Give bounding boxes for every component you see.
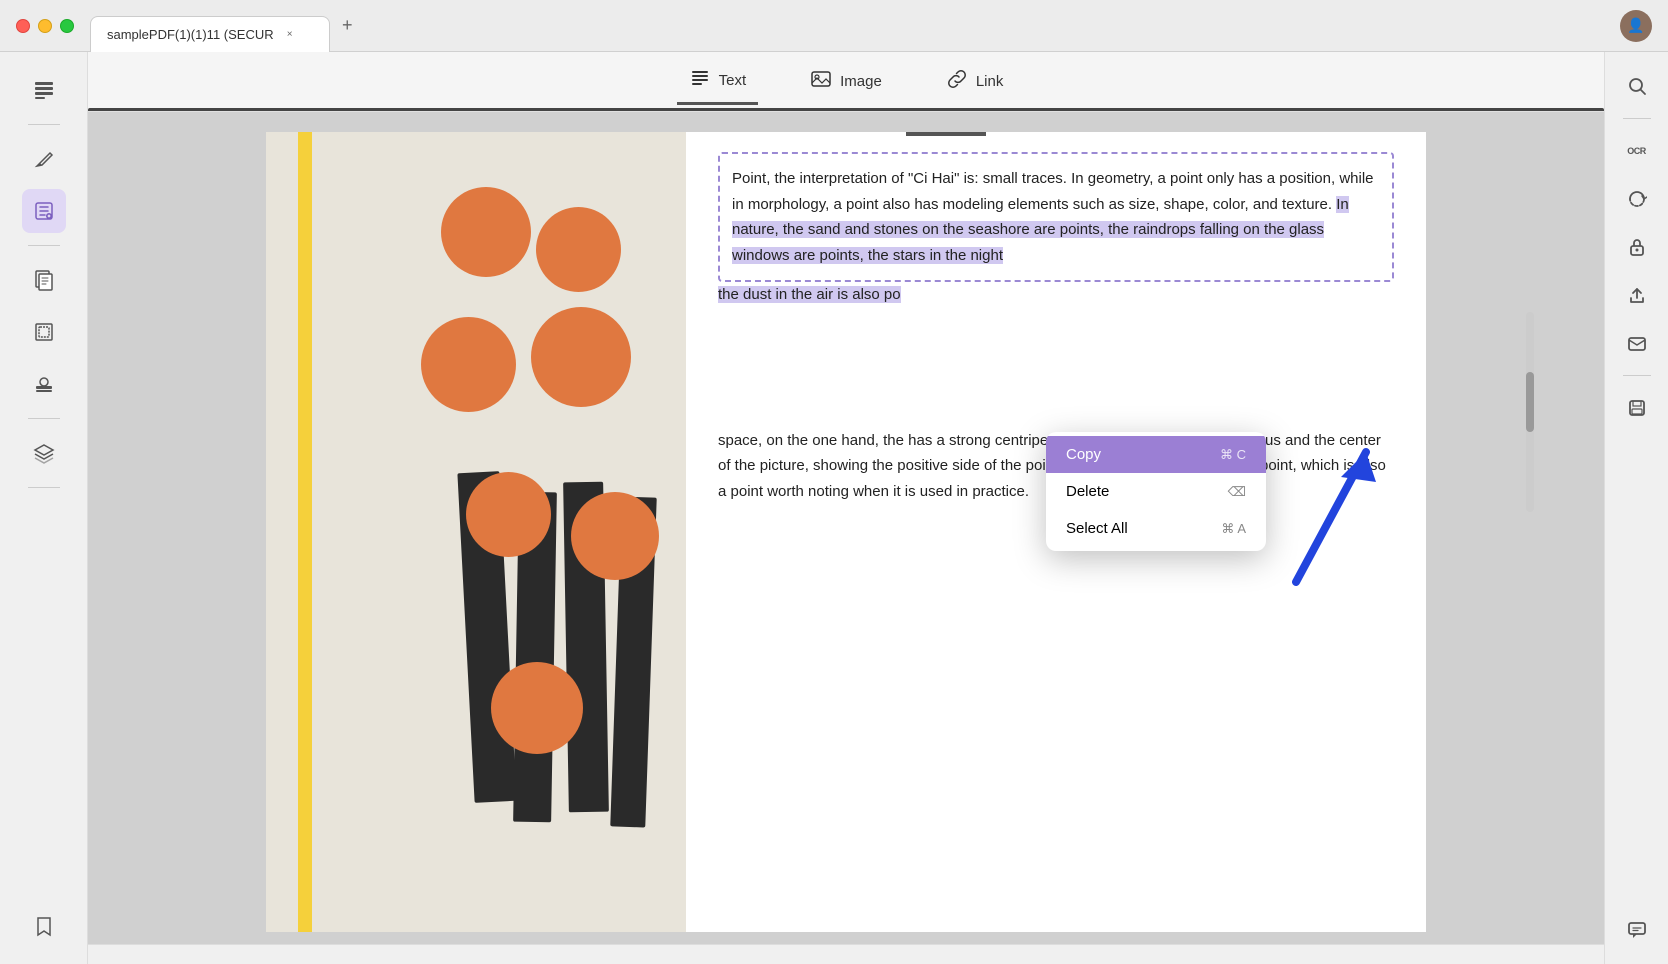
left-sidebar: [0, 52, 88, 964]
bottom-scrollbar-bar: [88, 944, 1604, 964]
sidebar-item-bookmark[interactable]: [22, 904, 66, 948]
art-canvas: [266, 132, 686, 932]
save-button[interactable]: [1617, 388, 1657, 428]
share-button[interactable]: [1617, 275, 1657, 315]
search-button[interactable]: [1617, 66, 1657, 106]
orange-circle-1: [441, 187, 531, 277]
toolbar: Text Image: [88, 52, 1604, 112]
vertical-scrollbar[interactable]: [1526, 312, 1534, 512]
pdf-image-section: [266, 132, 686, 932]
toolbar-text-label: Text: [719, 72, 747, 89]
orange-circle-7: [491, 662, 583, 754]
context-menu-select-all[interactable]: Select All ⌘ A: [1046, 510, 1266, 547]
pdf-text-section[interactable]: Point, the interpretation of "Ci Hai" is…: [686, 132, 1426, 932]
pdf-paragraph-1: Point, the interpretation of "Ci Hai" is…: [718, 152, 1394, 282]
paragraph-1-highlighted-2: the dust in the air is also po: [718, 286, 901, 303]
ocr-button[interactable]: OCR: [1617, 131, 1657, 171]
context-menu[interactable]: Copy ⌘ C Delete ⌫ Select All ⌘ A: [1046, 432, 1266, 551]
right-sidebar-divider-2: [1623, 375, 1651, 376]
select-all-shortcut: ⌘ A: [1221, 521, 1246, 537]
sidebar-item-stamp[interactable]: [22, 362, 66, 406]
toolbar-image-button[interactable]: Image: [798, 60, 894, 103]
sidebar-item-book[interactable]: [22, 68, 66, 112]
orange-circle-3: [421, 317, 516, 412]
toolbar-link-label: Link: [976, 73, 1004, 90]
delete-label: Delete: [1066, 483, 1109, 500]
content-area: Text Image: [88, 52, 1604, 964]
link-tool-icon: [946, 68, 968, 95]
app-body: Text Image: [0, 52, 1668, 964]
active-tab[interactable]: samplePDF(1)(1)11 (SECUR ×: [90, 16, 330, 52]
lock-button[interactable]: [1617, 227, 1657, 267]
new-tab-button[interactable]: +: [338, 11, 357, 40]
context-menu-copy[interactable]: Copy ⌘ C: [1046, 436, 1266, 473]
convert-button[interactable]: [1617, 179, 1657, 219]
tab-bar: samplePDF(1)(1)11 (SECUR × +: [90, 8, 1620, 44]
sidebar-item-layers[interactable]: [22, 431, 66, 475]
image-tool-icon: [810, 68, 832, 95]
comment-button[interactable]: [1617, 910, 1657, 950]
toolbar-image-label: Image: [840, 73, 882, 90]
orange-circle-6: [571, 492, 659, 580]
close-button[interactable]: [16, 19, 30, 33]
maximize-button[interactable]: [60, 19, 74, 33]
titlebar: samplePDF(1)(1)11 (SECUR × + 👤: [0, 0, 1668, 52]
sidebar-item-markup[interactable]: [22, 137, 66, 181]
orange-circle-5: [466, 472, 551, 557]
sidebar-item-edit[interactable]: [22, 189, 66, 233]
sidebar-divider-1: [28, 124, 60, 125]
toolbar-link-button[interactable]: Link: [934, 60, 1016, 103]
context-menu-delete[interactable]: Delete ⌫: [1046, 473, 1266, 510]
tab-close-button[interactable]: ×: [282, 26, 298, 42]
sidebar-divider-4: [28, 487, 60, 488]
delete-shortcut: ⌫: [1228, 484, 1246, 500]
pdf-area[interactable]: Point, the interpretation of "Ci Hai" is…: [88, 112, 1604, 944]
text-selection-area: Point, the interpretation of "Ci Hai" is…: [718, 152, 1394, 308]
orange-circle-4: [531, 307, 631, 407]
copy-shortcut: ⌘ C: [1220, 447, 1246, 463]
select-all-label: Select All: [1066, 520, 1128, 537]
user-avatar[interactable]: 👤: [1620, 10, 1652, 42]
page-viewer: Point, the interpretation of "Ci Hai" is…: [88, 112, 1604, 944]
orange-circle-2: [536, 207, 621, 292]
scrollbar-thumb[interactable]: [1526, 372, 1534, 432]
sidebar-divider-2: [28, 245, 60, 246]
yellow-stripe: [298, 132, 312, 932]
tab-title: samplePDF(1)(1)11 (SECUR: [107, 27, 274, 42]
email-button[interactable]: [1617, 323, 1657, 363]
pdf-paragraph-1b: the dust in the air is also po: [718, 282, 1394, 308]
paragraph-1-normal: Point, the interpretation of "Ci Hai" is…: [732, 170, 1374, 213]
right-sidebar-divider-1: [1623, 118, 1651, 119]
traffic-lights: [16, 19, 74, 33]
sidebar-item-crop[interactable]: [22, 310, 66, 354]
pdf-page: Point, the interpretation of "Ci Hai" is…: [266, 132, 1426, 932]
sidebar-item-pages[interactable]: [22, 258, 66, 302]
toolbar-text-button[interactable]: Text: [677, 59, 759, 105]
text-tool-icon: [689, 67, 711, 94]
sidebar-divider-3: [28, 418, 60, 419]
copy-label: Copy: [1066, 446, 1101, 463]
right-sidebar: OCR: [1604, 52, 1668, 964]
minimize-button[interactable]: [38, 19, 52, 33]
